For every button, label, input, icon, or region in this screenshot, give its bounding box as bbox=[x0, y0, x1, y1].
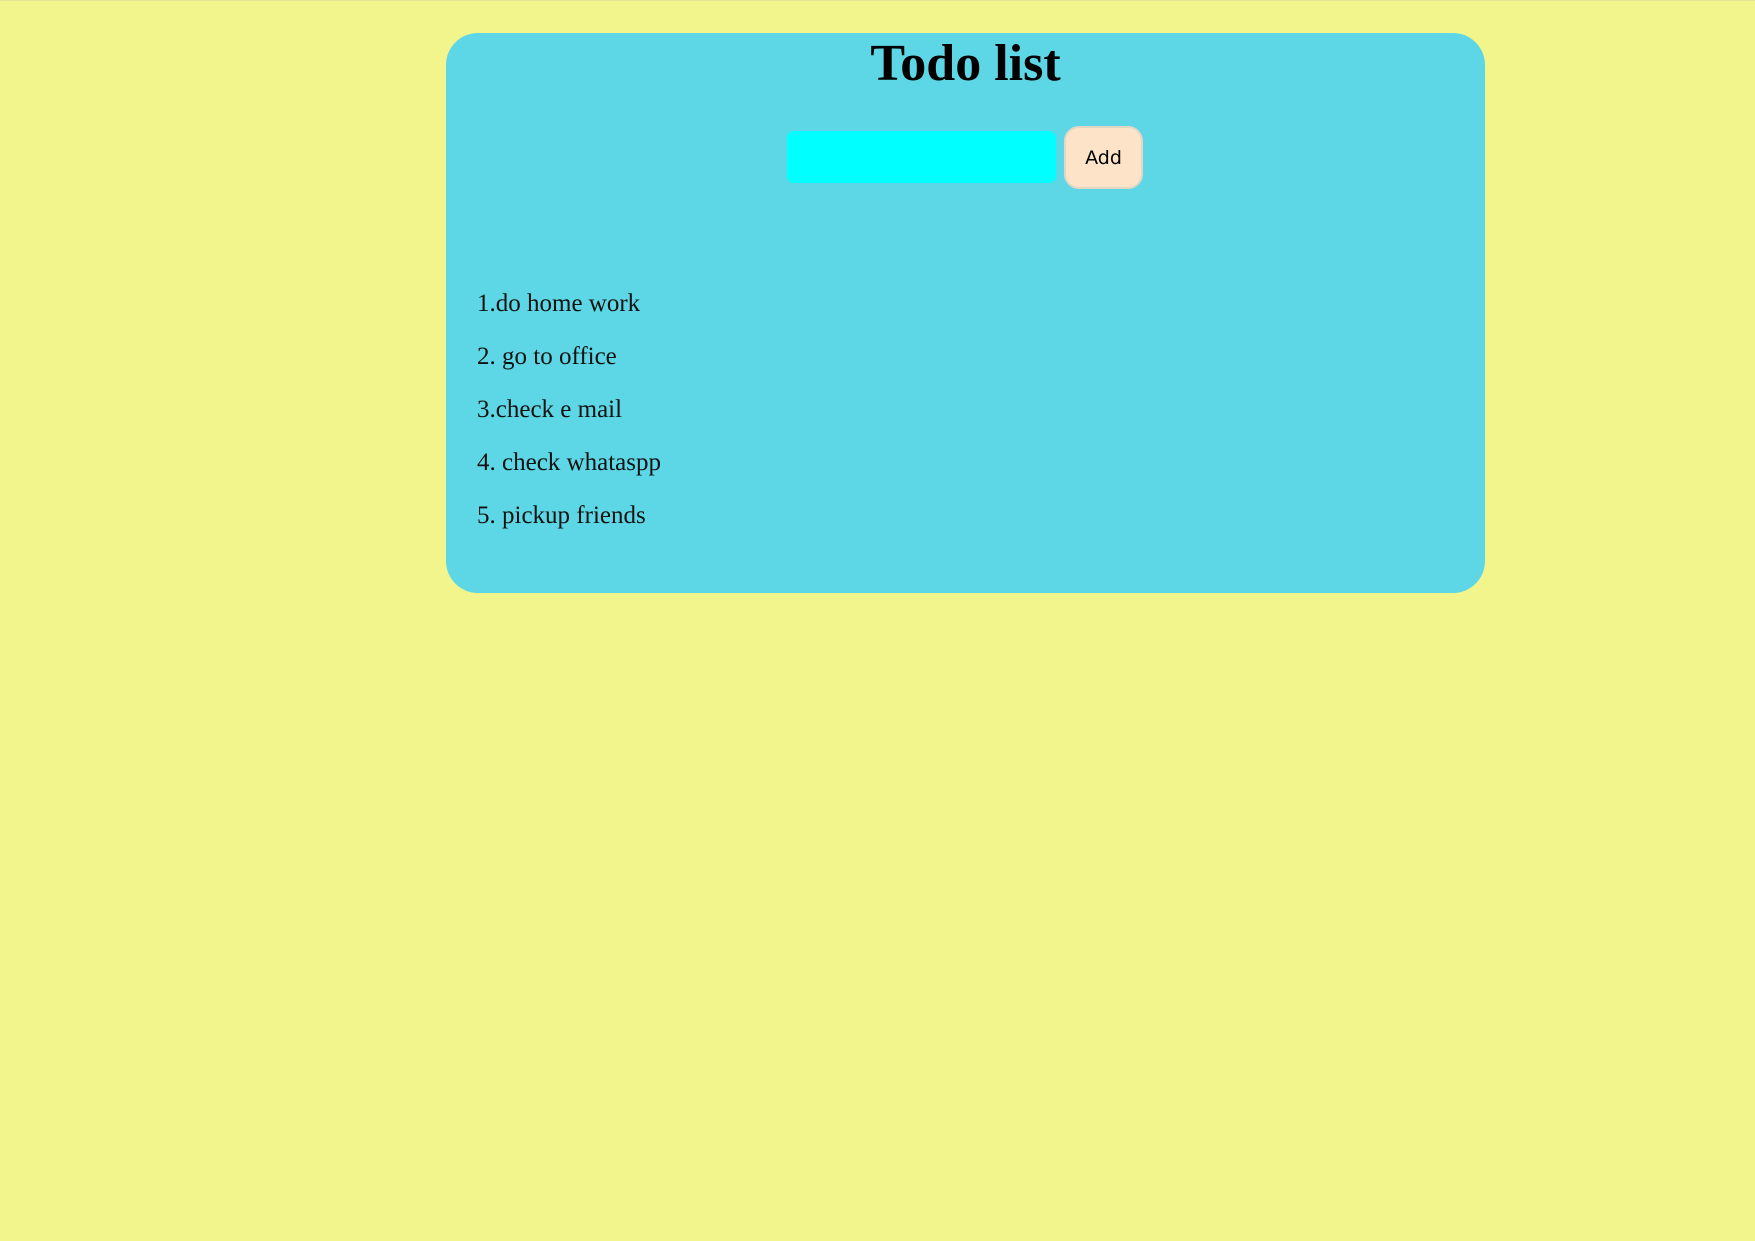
todo-input[interactable] bbox=[787, 131, 1056, 183]
todo-item: 2. go to office bbox=[477, 343, 617, 370]
add-button[interactable]: Add bbox=[1064, 126, 1143, 189]
page-title: Todo list bbox=[870, 35, 1061, 92]
todo-item: 1.do home work bbox=[477, 290, 641, 317]
todo-item: 3.check e mail bbox=[477, 396, 623, 423]
todo-list: 1.do home work 2. go to office 3.check e… bbox=[477, 289, 661, 554]
todo-item: 5. pickup friends bbox=[477, 502, 646, 529]
top-border bbox=[0, 0, 1755, 1]
todo-card: Todo list Add 1.do home work 2. go to of… bbox=[446, 33, 1485, 593]
todo-item: 4. check whataspp bbox=[477, 449, 661, 476]
